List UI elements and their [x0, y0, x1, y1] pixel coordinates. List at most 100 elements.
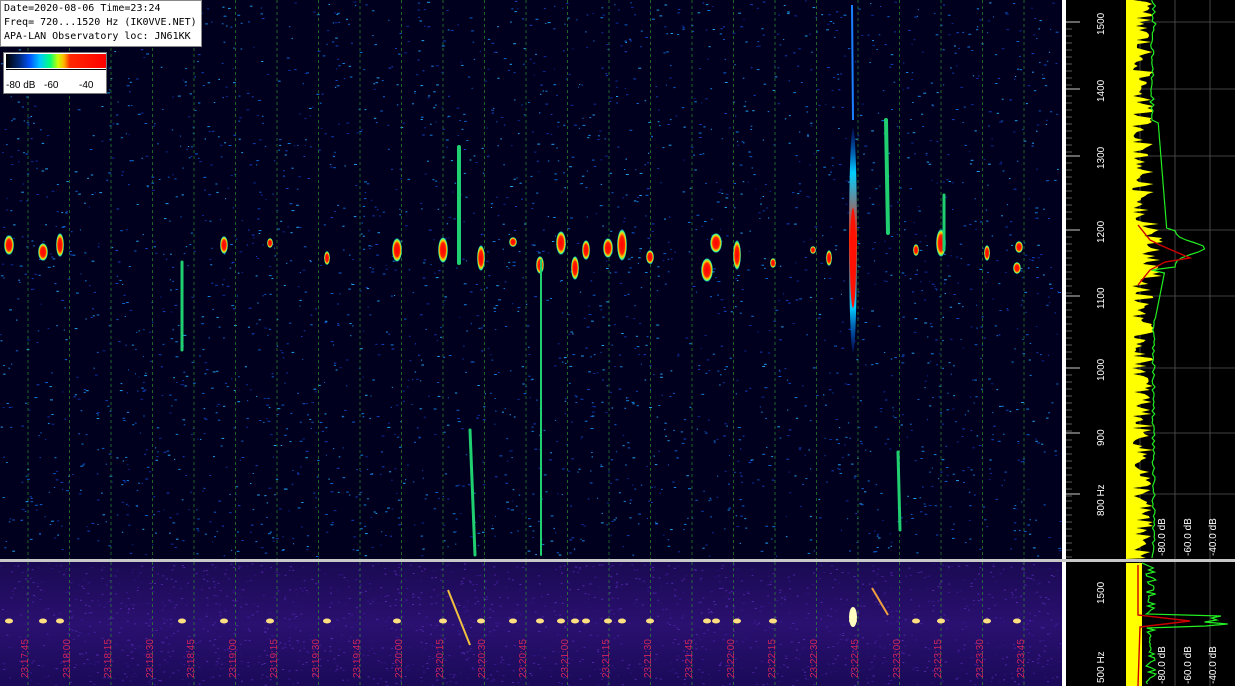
frequency-label: 1100: [1096, 287, 1107, 309]
signal-blob: [1015, 241, 1023, 253]
signal-dot: [582, 618, 590, 624]
top-waterfall-background: [0, 0, 1062, 559]
info-observatory: APA-LAN Observatory loc: JN61KK: [4, 31, 191, 42]
db-label: -80.0 dB: [1157, 518, 1168, 556]
signal-blob: [56, 233, 64, 257]
time-label: 23:19:30: [310, 639, 322, 678]
frequency-label: 1500: [1096, 581, 1107, 604]
signal-blob: [826, 250, 832, 266]
signal-blob: [770, 258, 776, 268]
time-label: 23:19:15: [269, 639, 280, 678]
signal-dot: [983, 618, 991, 624]
signal-dot: [393, 618, 401, 624]
frequency-label: 800 Hz: [1096, 484, 1107, 516]
signal-dot: [323, 618, 331, 624]
signal-blob: [710, 233, 722, 253]
waterfall-separator: [0, 559, 1235, 562]
signal-dot: [220, 618, 228, 624]
signal-dot: [712, 618, 720, 624]
signal-meteor-core: [850, 208, 856, 308]
time-label: 23:23:15: [933, 639, 944, 678]
spectrogram-canvas: [0, 0, 1235, 686]
signal-dot: [1013, 618, 1021, 624]
signal-blob: [571, 256, 579, 280]
time-label: 23:23:30: [974, 639, 986, 678]
frequency-label: 1500: [1096, 12, 1107, 35]
time-label: 23:21:45: [684, 639, 695, 678]
signal-blob: [4, 235, 14, 255]
info-frequency: Freq= 720...1520 Hz (IK0VVE.NET): [4, 17, 197, 28]
legend-label-max: -40: [79, 80, 94, 91]
bottom-frequency-axis: [1062, 562, 1126, 686]
time-label: 23:22:15: [767, 639, 778, 678]
signal-dot: [646, 618, 654, 624]
signal-blob: [733, 240, 741, 270]
frequency-label: 1300: [1096, 146, 1107, 169]
signal-blob: [509, 237, 517, 247]
frequency-label: 900: [1096, 429, 1107, 446]
signal-blob: [582, 240, 590, 260]
signal-streak: [896, 450, 902, 532]
signal-blob: [1013, 262, 1021, 274]
time-label: 23:22:45: [850, 639, 861, 678]
signal-dot: [536, 618, 544, 624]
color-scale-bar: [6, 54, 106, 68]
signal-dot: [439, 618, 447, 624]
signal-blob: [220, 236, 228, 254]
signal-blob: [477, 245, 485, 271]
frequency-label: 500 Hz: [1096, 651, 1107, 683]
signal-dot: [477, 618, 485, 624]
db-label: -60.0 dB: [1183, 518, 1194, 556]
signal-meteor-bright: [849, 607, 857, 627]
signal-dot: [557, 618, 565, 624]
signal-blob: [603, 238, 613, 258]
signal-blob: [38, 243, 48, 261]
signal-dot: [266, 618, 274, 624]
time-label: 23:22:00: [725, 639, 737, 678]
time-label: 23:21:00: [559, 639, 571, 678]
signal-meteor-trail: [851, 4, 854, 121]
legend-label-min: -80 dB: [6, 80, 36, 91]
time-label: 23:20:15: [435, 639, 446, 678]
time-label: 23:19:00: [227, 639, 239, 678]
time-label: 23:20:45: [518, 639, 529, 678]
time-label: 23:18:45: [186, 639, 197, 678]
signal-blob: [392, 238, 402, 262]
frequency-label: 1200: [1096, 220, 1107, 243]
signal-dot: [571, 618, 579, 624]
time-label: 23:21:15: [601, 639, 612, 678]
signal-blob: [617, 229, 627, 261]
signal-blob: [701, 258, 713, 282]
signal-blob: [646, 250, 654, 264]
db-label: -40.0 dB: [1208, 646, 1219, 684]
color-scale-legend: -80 dB -60 -40: [3, 52, 107, 94]
time-label: 23:21:30: [642, 639, 654, 678]
signal-dot: [769, 618, 777, 624]
signal-blob: [913, 244, 919, 256]
time-label: 23:20:00: [393, 639, 405, 678]
time-label: 23:23:45: [1016, 639, 1027, 678]
color-scale-ticks: [6, 69, 106, 76]
top-spectrum-panel: [1126, 0, 1235, 559]
time-label: 23:22:30: [808, 639, 820, 678]
legend-label-mid: -60: [44, 80, 59, 91]
signal-dot: [604, 618, 612, 624]
signal-blob: [556, 231, 566, 255]
time-label: 23:23:00: [891, 639, 903, 678]
db-label: -80.0 dB: [1157, 646, 1168, 684]
signal-blob: [267, 238, 273, 248]
frequency-label: 1400: [1096, 79, 1107, 102]
signal-blob: [324, 251, 330, 265]
signal-dot: [733, 618, 741, 624]
spectrum-yellow-fill: [1126, 563, 1142, 686]
frequency-label: 1000: [1096, 358, 1107, 381]
signal-dot: [509, 618, 517, 624]
db-label: -60.0 dB: [1183, 646, 1194, 684]
signal-dot: [5, 618, 13, 624]
signal-dot: [39, 618, 47, 624]
signal-dot: [178, 618, 186, 624]
time-label: 23:19:45: [352, 639, 363, 678]
signal-dot: [618, 618, 626, 624]
signal-blob: [984, 245, 990, 261]
time-label: 23:18:00: [61, 639, 73, 678]
